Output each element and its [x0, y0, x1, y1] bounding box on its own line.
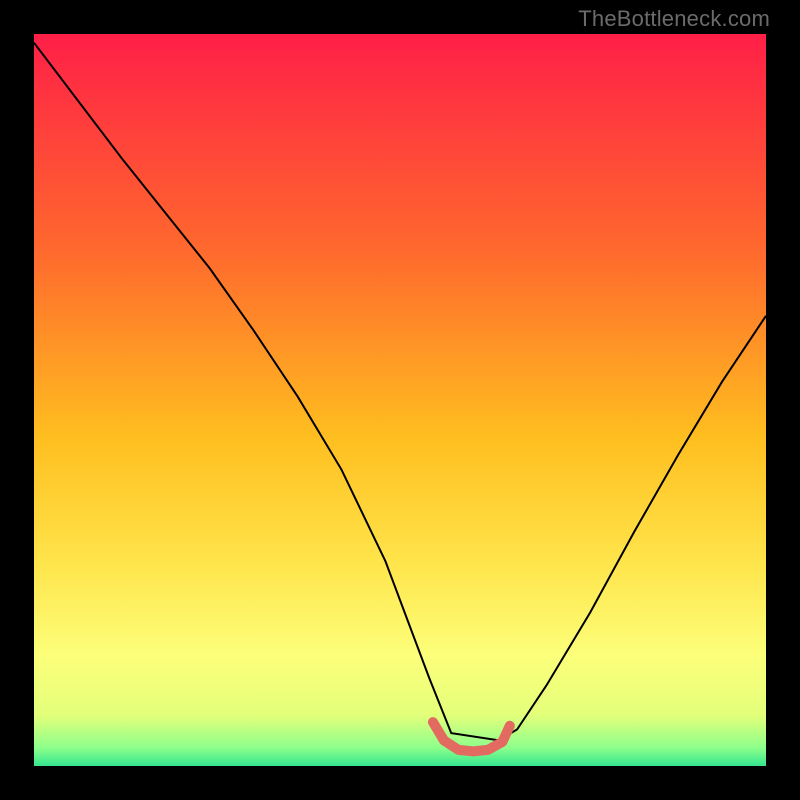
- watermark-text: TheBottleneck.com: [578, 6, 770, 32]
- plot-area: [34, 34, 766, 766]
- chart-svg: [34, 34, 766, 766]
- gradient-background: [34, 34, 766, 766]
- chart-frame: TheBottleneck.com: [0, 0, 800, 800]
